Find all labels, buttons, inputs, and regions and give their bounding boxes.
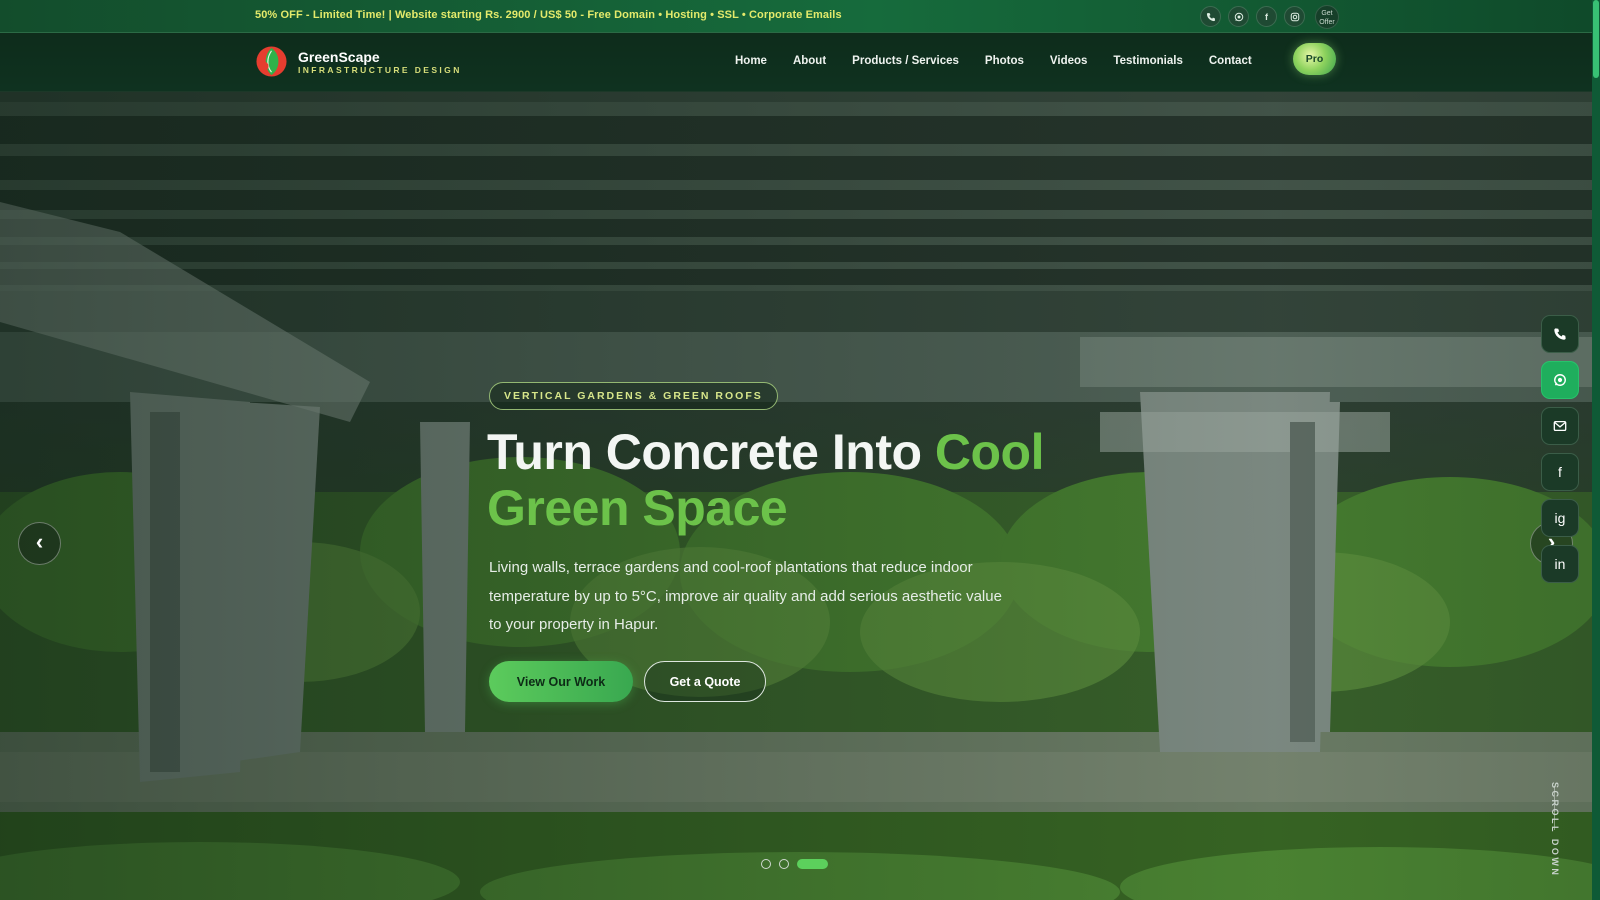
dock-instagram-button[interactable]: ig xyxy=(1541,499,1579,537)
slider-prev-button[interactable]: ‹ xyxy=(18,522,61,565)
site-header: GreenScape INFRASTRUCTURE DESIGN Home Ab… xyxy=(0,33,1592,92)
dock-whatsapp-button[interactable] xyxy=(1541,361,1579,399)
facebook-icon[interactable]: f xyxy=(1256,6,1277,27)
nav-home[interactable]: Home xyxy=(735,55,767,67)
phone-icon[interactable] xyxy=(1200,6,1221,27)
main-nav: Home About Products / Services Photos Vi… xyxy=(735,55,1278,67)
facebook-icon: f xyxy=(1558,464,1562,480)
instagram-icon[interactable] xyxy=(1284,6,1305,27)
whatsapp-icon[interactable] xyxy=(1228,6,1249,27)
get-a-quote-button[interactable]: Get a Quote xyxy=(644,661,766,702)
leaf-logo-icon[interactable] xyxy=(255,45,288,78)
page-scrollbar[interactable] xyxy=(1592,0,1600,900)
view-our-work-button[interactable]: View Our Work xyxy=(489,661,633,702)
nav-videos[interactable]: Videos xyxy=(1050,55,1088,67)
dock-facebook-button[interactable]: f xyxy=(1541,453,1579,491)
brand-tagline: INFRASTRUCTURE DESIGN xyxy=(298,65,462,75)
get-offer-button[interactable]: Get Offer xyxy=(1315,5,1339,29)
dock-phone-button[interactable] xyxy=(1541,315,1579,353)
whatsapp-icon xyxy=(1554,374,1566,386)
linkedin-icon: in xyxy=(1554,556,1566,572)
scroll-down-hint[interactable]: SCROLL DOWN xyxy=(1550,782,1560,877)
dock-linkedin-button[interactable]: in xyxy=(1541,545,1579,583)
mail-icon xyxy=(1553,420,1567,432)
nav-testimonials[interactable]: Testimonials xyxy=(1113,55,1182,67)
promo-text: 50% OFF - Limited Time! | Website starti… xyxy=(255,9,842,21)
brand-name[interactable]: GreenScape xyxy=(298,49,380,65)
hero-headline: Turn Concrete Into Cool Green Space xyxy=(487,424,1127,536)
nav-photos[interactable]: Photos xyxy=(985,55,1024,67)
hero-headline-main: Turn Concrete Into xyxy=(487,424,935,480)
pro-button[interactable]: Pro xyxy=(1293,43,1336,75)
slider-dots xyxy=(761,859,828,869)
top-social-icons: f xyxy=(1200,6,1305,27)
phone-icon xyxy=(1554,328,1566,340)
slider-dot-1[interactable] xyxy=(761,859,771,869)
hero-slider: VERTICAL GARDENS & GREEN ROOFS Turn Conc… xyxy=(0,92,1592,900)
instagram-icon: ig xyxy=(1554,510,1566,526)
nav-about[interactable]: About xyxy=(793,55,826,67)
page-scrollbar-thumb[interactable] xyxy=(1593,0,1599,78)
slider-dot-3-active[interactable] xyxy=(797,859,828,869)
promo-bar: 50% OFF - Limited Time! | Website starti… xyxy=(0,0,1592,33)
facebook-glyph: f xyxy=(1265,11,1268,22)
slider-dot-2[interactable] xyxy=(779,859,789,869)
dock-mail-button[interactable] xyxy=(1541,407,1579,445)
nav-products-services[interactable]: Products / Services xyxy=(852,55,959,67)
hero-eyebrow-badge: VERTICAL GARDENS & GREEN ROOFS xyxy=(489,382,778,410)
hero-subtext: Living walls, terrace gardens and cool-r… xyxy=(489,559,1002,633)
nav-contact[interactable]: Contact xyxy=(1209,55,1252,67)
floating-contact-dock: f ig in xyxy=(1541,315,1579,583)
chevron-left-icon: ‹ xyxy=(35,529,44,554)
